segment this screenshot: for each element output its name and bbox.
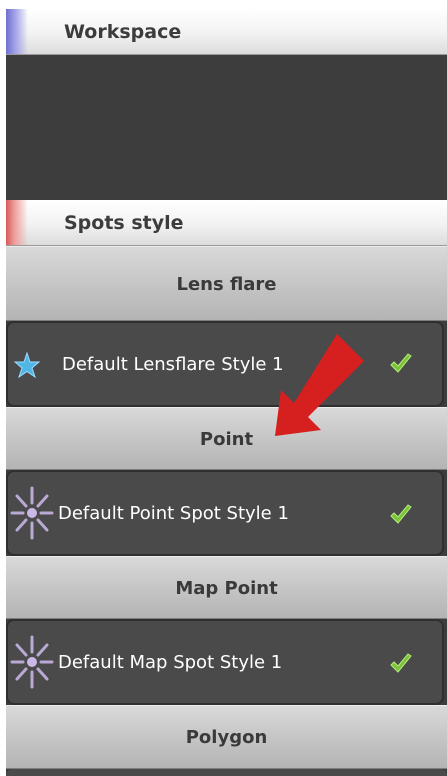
annotation-arrow-icon [275,334,364,436]
